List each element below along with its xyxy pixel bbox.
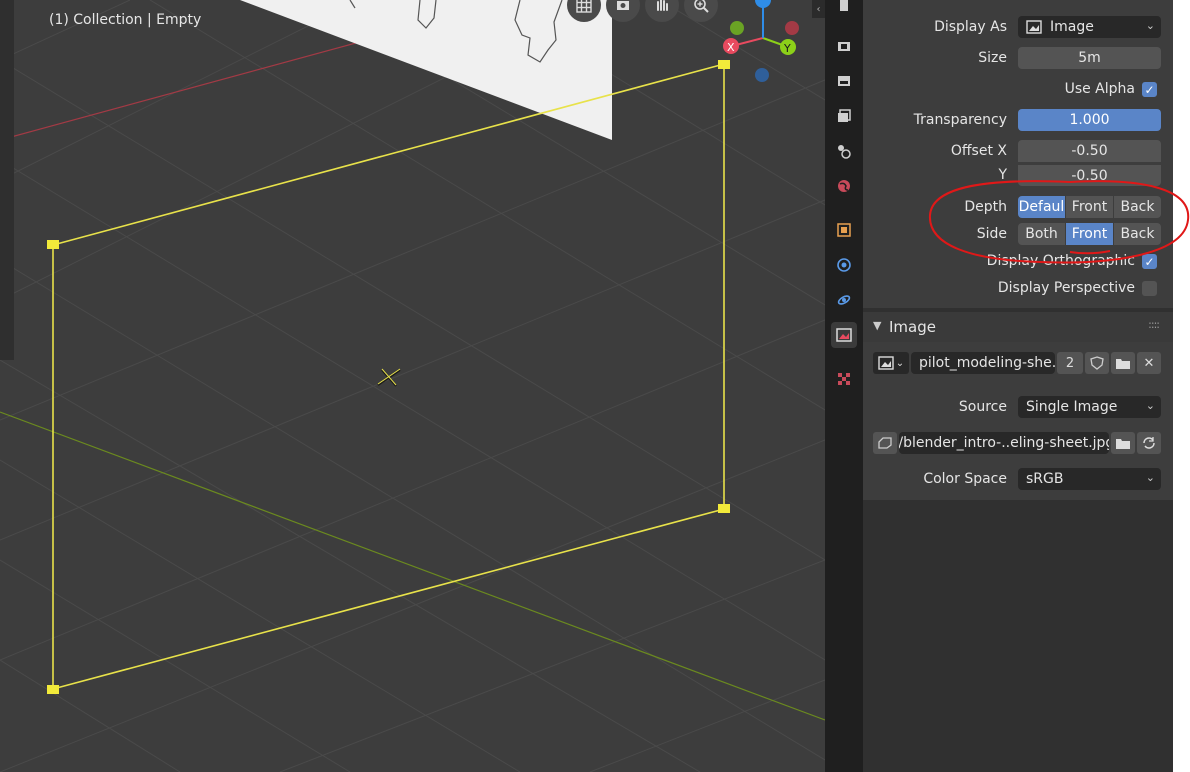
y-axis-line	[0, 411, 825, 721]
gizmo-x-label: X	[727, 41, 735, 54]
filepath-field[interactable]: //blender_intro-..eling-sheet.jpg	[899, 432, 1109, 454]
panel-collapse-icon: ▼	[873, 319, 882, 332]
sidebar-toggle-arrow-icon[interactable]: ‹	[812, 0, 825, 18]
gizmo-y-label: Y	[783, 42, 791, 55]
fake-user-shield-icon[interactable]	[1085, 352, 1109, 374]
constraints-properties-tab[interactable]	[831, 287, 857, 313]
image-icon	[1026, 20, 1042, 34]
pack-file-icon[interactable]	[873, 432, 897, 454]
object-properties-tab[interactable]	[831, 217, 857, 243]
offset-x-field[interactable]: -0.50	[1018, 140, 1161, 162]
color-space-value: sRGB	[1026, 471, 1064, 487]
transparency-slider[interactable]: 1.000	[1018, 109, 1161, 131]
open-folder-icon[interactable]	[1111, 352, 1135, 374]
transparency-label: Transparency	[913, 112, 1007, 128]
display-as-value: Image	[1050, 19, 1094, 35]
reload-icon[interactable]	[1137, 432, 1161, 454]
drag-handle-icon[interactable]: ::::	[1148, 318, 1160, 331]
annotation-circle	[928, 180, 1190, 264]
display-perspective-label: Display Perspective	[997, 280, 1135, 296]
image-panel-title: Image	[889, 318, 936, 336]
view-layer-properties-tab[interactable]	[831, 103, 857, 129]
scene-properties-tab[interactable]	[831, 138, 857, 164]
color-space-label: Color Space	[923, 471, 1007, 487]
image-users-count[interactable]: 2	[1057, 352, 1083, 374]
source-value: Single Image	[1026, 399, 1118, 415]
texture-properties-tab[interactable]	[831, 366, 857, 392]
reference-image-plane	[240, 0, 612, 140]
viewport-scene: X Y	[0, 0, 825, 772]
floor-grid	[0, 0, 825, 772]
size-field[interactable]: 5m	[1018, 47, 1161, 69]
physics-properties-tab[interactable]	[831, 252, 857, 278]
image-name-field[interactable]: pilot_modeling-she..	[911, 352, 1055, 374]
display-as-label: Display As	[934, 19, 1007, 35]
use-alpha-label: Use Alpha	[1064, 81, 1135, 97]
image-panel-header[interactable]: ▼ Image ::::	[863, 312, 1173, 342]
source-label: Source	[958, 399, 1007, 415]
properties-editor[interactable]: Display As Image ⌄ Size 5m Use Alpha ✓ T…	[863, 0, 1173, 772]
offset-x-label: Offset X	[950, 143, 1007, 159]
world-properties-tab[interactable]	[831, 173, 857, 199]
viewport-overlay-info: (1) Collection | Empty	[49, 12, 202, 28]
chevron-down-icon: ⌄	[895, 357, 905, 369]
image-properties-panel: ⌄ pilot_modeling-she.. 2 ✕ Source Single…	[863, 342, 1173, 500]
chevron-down-icon: ⌄	[1145, 19, 1155, 32]
render-properties-tab[interactable]	[831, 33, 857, 59]
annotation-underline	[1069, 250, 1111, 255]
close-icon[interactable]: ✕	[1137, 352, 1161, 374]
image-browse-button[interactable]: ⌄	[873, 352, 909, 374]
image-icon	[878, 356, 894, 370]
data-properties-tab[interactable]	[831, 322, 857, 348]
window-edge	[1173, 0, 1190, 772]
display-perspective-checkbox[interactable]	[1142, 281, 1157, 296]
source-dropdown[interactable]: Single Image ⌄	[1018, 396, 1161, 418]
output-properties-tab[interactable]	[831, 68, 857, 94]
3d-viewport[interactable]: X Y (1) Collection | Empty ‹	[0, 0, 825, 772]
chevron-down-icon: ⌄	[1145, 399, 1155, 412]
use-alpha-checkbox[interactable]: ✓	[1142, 82, 1157, 97]
open-folder-icon[interactable]	[1111, 432, 1135, 454]
size-label: Size	[978, 50, 1007, 66]
color-space-dropdown[interactable]: sRGB ⌄	[1018, 468, 1161, 490]
chevron-down-icon: ⌄	[1145, 471, 1155, 484]
properties-tabs	[825, 0, 863, 772]
display-as-dropdown[interactable]: Image ⌄	[1018, 16, 1161, 38]
empty-origin-cross[interactable]	[377, 369, 401, 387]
left-toolbar[interactable]	[0, 0, 14, 360]
tool-properties-tab[interactable]	[831, 0, 857, 18]
